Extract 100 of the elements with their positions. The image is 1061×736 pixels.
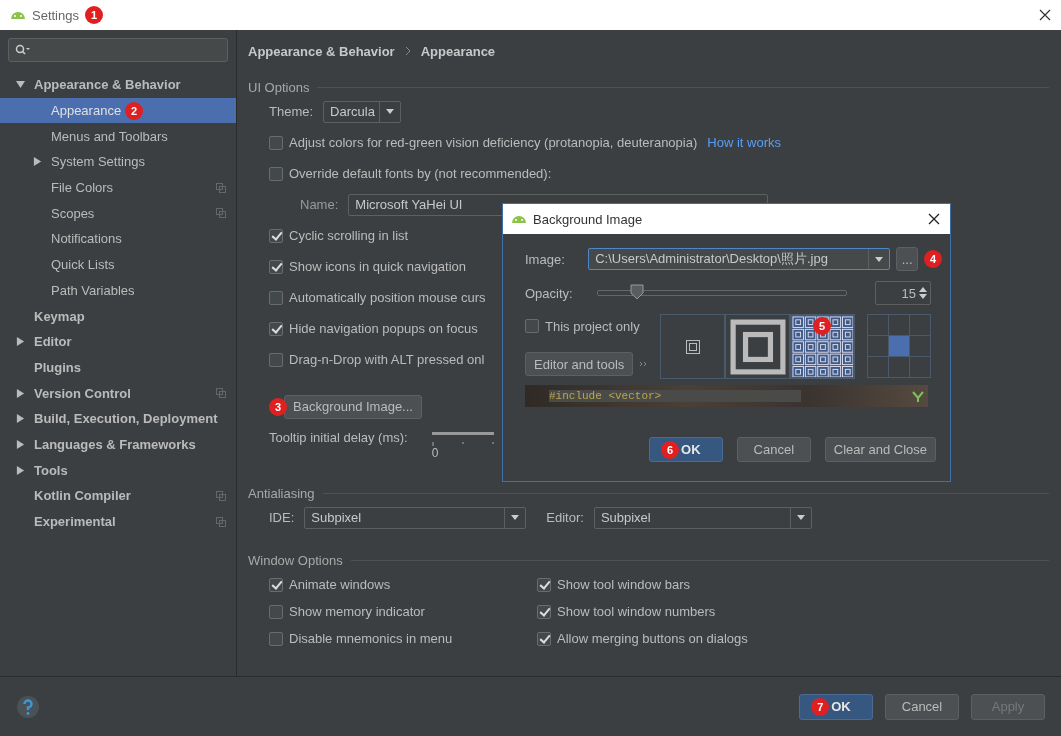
- checkbox[interactable]: [269, 352, 283, 367]
- dialog-button[interactable]: Clear and Close: [824, 437, 936, 462]
- caret-icon: [386, 109, 395, 114]
- checkbox[interactable]: [537, 604, 551, 619]
- tree-item[interactable]: Kotlin Compiler: [0, 483, 236, 509]
- android-icon: [10, 10, 26, 20]
- search-icon: [15, 44, 31, 56]
- scaled-square-icon: [729, 318, 786, 375]
- background-image-button[interactable]: Background Image...: [284, 394, 422, 419]
- checkbox[interactable]: [537, 577, 551, 592]
- checkbox[interactable]: [269, 259, 283, 274]
- tree-item[interactable]: Path Variables: [0, 277, 236, 304]
- dialog-title: Background Image: [533, 211, 643, 227]
- checkbox-label: Animate windows: [289, 577, 391, 592]
- tree-item[interactable]: Version Control: [0, 380, 236, 406]
- number-badge: 6: [661, 440, 680, 459]
- anchor-cell[interactable]: [868, 336, 888, 356]
- editor-label: Editor:: [546, 510, 584, 525]
- browse-button[interactable]: ...: [896, 247, 918, 271]
- section-title: Antialiasing: [248, 485, 315, 501]
- how-it-works-link[interactable]: How it works: [707, 135, 781, 150]
- tree-item[interactable]: Editor: [0, 328, 236, 355]
- checkbox[interactable]: [537, 631, 551, 646]
- anchor-cell[interactable]: [889, 357, 909, 377]
- checkbox[interactable]: [269, 290, 283, 305]
- window-title: Settings: [32, 7, 79, 23]
- tree-item[interactable]: Keymap: [0, 303, 236, 329]
- tiled-squares-icon: [792, 316, 853, 377]
- checkbox[interactable]: [269, 321, 283, 336]
- check-icon: [912, 390, 924, 402]
- anchor-cell[interactable]: [868, 315, 888, 335]
- checkbox[interactable]: [269, 631, 283, 646]
- number-badge: 3: [269, 397, 287, 416]
- number-badge: 1: [85, 6, 103, 24]
- checkbox[interactable]: [269, 577, 283, 592]
- tick-label: 0: [431, 446, 440, 460]
- android-icon: [511, 214, 527, 224]
- tree-item[interactable]: Tools: [0, 457, 236, 483]
- tooltip-delay-label: Tooltip initial delay (ms):: [269, 430, 408, 445]
- anchor-cell[interactable]: [889, 315, 909, 335]
- tree-item[interactable]: System Settings: [0, 149, 236, 175]
- checkbox-label: Drag-n-Drop with ALT pressed onl: [289, 352, 485, 367]
- tree-item[interactable]: Build, Execution, Deployment: [0, 405, 236, 432]
- checkbox-label: This project only: [545, 318, 640, 334]
- fill-mode-option[interactable]: 5: [790, 314, 855, 379]
- checkbox-label: Show icons in quick navigation: [289, 259, 467, 274]
- anchor-cell[interactable]: [889, 336, 909, 356]
- checkbox[interactable]: [269, 135, 283, 150]
- anchor-cell[interactable]: [910, 315, 930, 335]
- target-dropdown-button[interactable]: Editor and tools: [525, 352, 634, 376]
- image-path-field[interactable]: C:\Users\Administrator\Desktop\照片.jpg: [588, 248, 891, 270]
- ide-dropdown[interactable]: Subpixel: [304, 506, 527, 529]
- close-icon[interactable]: [1039, 9, 1051, 21]
- centered-square-icon: [685, 339, 700, 354]
- anchor-cell[interactable]: [868, 357, 888, 377]
- tree-item[interactable]: Appearance & Behavior: [0, 72, 236, 98]
- name-label: Name:: [300, 197, 339, 212]
- number-badge: 2: [125, 101, 144, 120]
- spinner-arrows-icon[interactable]: [919, 286, 927, 300]
- dialog-button[interactable]: 7 OK: [799, 693, 873, 720]
- tree-item[interactable]: Quick Lists: [0, 251, 236, 278]
- dialog-button[interactable]: Cancel: [885, 693, 959, 720]
- checkbox-label: Allow merging buttons on dialogs: [557, 631, 748, 646]
- tree-item[interactable]: File Colors: [0, 174, 236, 201]
- checkbox[interactable]: [269, 166, 283, 181]
- checkbox-label: Hide navigation popups on focus: [289, 321, 478, 336]
- checkbox[interactable]: [269, 228, 283, 243]
- tree-item[interactable]: Languages & Frameworks: [0, 431, 236, 458]
- editor-dropdown[interactable]: Subpixel: [593, 506, 812, 529]
- tree-item[interactable]: Plugins: [0, 354, 236, 381]
- opacity-spinner[interactable]: 15: [875, 281, 931, 305]
- search-field[interactable]: [8, 38, 228, 62]
- tree-item[interactable]: Appearance 2: [0, 97, 236, 124]
- anchor-cell[interactable]: [910, 357, 930, 377]
- delay-scale-drawing[interactable]: [431, 432, 494, 446]
- checkbox[interactable]: [269, 604, 283, 619]
- dialog-button[interactable]: Cancel: [736, 437, 811, 462]
- fill-mode-option[interactable]: [725, 314, 790, 379]
- checkbox-label: Cyclic scrolling in list: [289, 228, 409, 243]
- checkbox-label: Override default fonts by (not recommended):: [289, 166, 552, 181]
- theme-dropdown[interactable]: Darcula: [323, 100, 402, 123]
- tree-item[interactable]: Experimental: [0, 508, 236, 535]
- checkbox-label: Adjust colors for red-green vision deficiency (protanopia, deuteranopia): [289, 135, 698, 150]
- checkbox[interactable]: [525, 319, 539, 333]
- checkbox-label: Automatically position mouse curs: [289, 290, 486, 305]
- number-badge: 7: [811, 697, 830, 716]
- code-text: #include <vector>: [549, 390, 802, 402]
- anchor-cell[interactable]: [910, 336, 930, 356]
- checkbox-label: Show tool window numbers: [557, 604, 716, 619]
- close-icon[interactable]: [928, 213, 940, 225]
- caret-icon: [511, 515, 520, 520]
- tree-item[interactable]: Scopes: [0, 200, 236, 227]
- tree-item[interactable]: Notifications: [0, 226, 236, 252]
- tree-item[interactable]: Menus and Toolbars: [0, 123, 236, 150]
- breadcrumb-item[interactable]: Appearance: [420, 43, 496, 59]
- dialog-button[interactable]: 6 OK: [648, 437, 723, 462]
- help-icon[interactable]: [16, 694, 40, 719]
- breadcrumb-item[interactable]: Appearance & Behavior: [248, 43, 395, 59]
- slider-thumb[interactable]: [629, 284, 644, 300]
- checkbox-label: Disable mnemonics in menu: [289, 631, 453, 646]
